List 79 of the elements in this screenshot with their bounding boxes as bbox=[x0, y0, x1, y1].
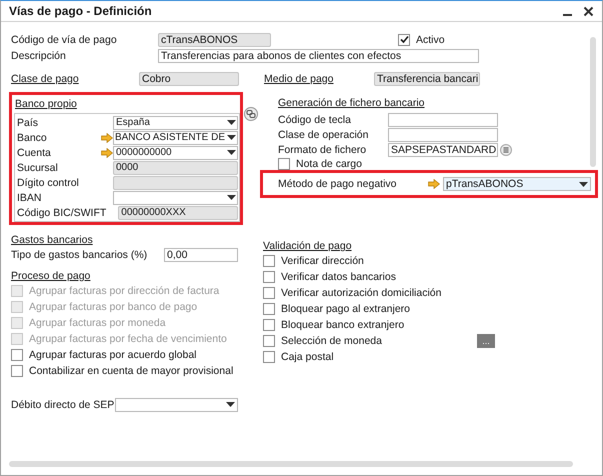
chain-link-icon[interactable] bbox=[244, 107, 258, 121]
checkbox-label: Bloquear pago al extranjero bbox=[281, 302, 412, 316]
field-label: IBAN bbox=[17, 190, 43, 204]
caret-icon[interactable] bbox=[227, 120, 236, 125]
input-field[interactable]: Transferencias para abonos de clientes con efectos bbox=[158, 48, 479, 62]
input-field[interactable] bbox=[388, 128, 498, 142]
field-label: Clase de operación bbox=[278, 128, 370, 142]
section-link[interactable]: Banco propio bbox=[15, 97, 77, 111]
readonly-field[interactable]: Cobro bbox=[139, 72, 239, 86]
caret-icon[interactable] bbox=[226, 402, 235, 407]
field-label: Tipo de gastos bancarios (%) bbox=[11, 248, 148, 262]
checkbox-label: Activo bbox=[416, 32, 445, 46]
field-label: Cuenta bbox=[17, 146, 52, 160]
readonly-field[interactable]: cTransABONOS bbox=[158, 32, 271, 46]
dropdown[interactable]: 0000000000 bbox=[113, 146, 238, 160]
field-label: Código BIC/SWIFT bbox=[17, 206, 106, 220]
checkbox[interactable] bbox=[11, 349, 23, 361]
link-arrow-icon[interactable] bbox=[101, 148, 113, 158]
checkbox-label: Bloquear banco extranjero bbox=[281, 318, 406, 332]
input-field[interactable] bbox=[388, 112, 498, 126]
checkbox-label: Verificar autorización domiciliación bbox=[281, 286, 442, 300]
horizontal-scrollbar[interactable] bbox=[9, 461, 573, 467]
checkbox[interactable] bbox=[263, 303, 275, 315]
checkbox[interactable] bbox=[263, 335, 275, 347]
window-title: Vías de pago - Definición bbox=[9, 4, 153, 18]
readonly-field[interactable]: 0000 bbox=[113, 160, 238, 174]
readonly-field[interactable]: Transferencia bancari bbox=[374, 72, 480, 86]
checkbox[interactable] bbox=[263, 271, 275, 283]
checkbox[interactable] bbox=[263, 319, 275, 331]
checkbox-label: Selección de moneda bbox=[281, 334, 383, 348]
link-arrow-icon[interactable] bbox=[101, 132, 113, 142]
list-icon[interactable] bbox=[500, 144, 512, 156]
dropdown[interactable]: España bbox=[113, 116, 238, 130]
section-link[interactable]: Medio de pago bbox=[264, 72, 374, 86]
more-button[interactable]: ... bbox=[477, 334, 495, 348]
caret-icon[interactable] bbox=[579, 182, 588, 186]
section-link[interactable]: Validación de pago bbox=[263, 239, 352, 253]
checkbox[interactable] bbox=[263, 287, 275, 299]
caret-icon[interactable] bbox=[227, 195, 236, 200]
input-field[interactable]: 0,00 bbox=[164, 248, 238, 262]
section-link[interactable]: Proceso de pago bbox=[11, 269, 90, 283]
checkbox[interactable] bbox=[11, 365, 23, 377]
caret-icon[interactable] bbox=[227, 135, 236, 140]
checkbox-label: Verificar dirección bbox=[281, 254, 365, 268]
checkbox-label: Contabilizar en cuenta de mayor provisional bbox=[29, 364, 234, 378]
caret-icon[interactable] bbox=[227, 150, 236, 155]
checkbox-label: Verificar datos bancarios bbox=[281, 270, 397, 284]
checkbox-label: Agrupar facturas por dirección de factura bbox=[29, 284, 220, 298]
field-label: Descripción bbox=[11, 48, 67, 62]
field-label: Formato de fichero bbox=[278, 142, 368, 156]
readonly-field[interactable]: 00000000XXX bbox=[118, 206, 238, 220]
field-label: Débito directo de SEP bbox=[11, 398, 115, 412]
field-label: País bbox=[17, 116, 40, 130]
dropdown[interactable]: pTransABONOS bbox=[443, 177, 591, 191]
checkbox[interactable] bbox=[263, 255, 275, 267]
checkbox-label: Caja postal bbox=[281, 350, 335, 364]
field-label: Banco bbox=[17, 130, 48, 144]
checkbox[interactable] bbox=[278, 158, 290, 170]
checkbox-label: Nota de cargo bbox=[296, 156, 362, 170]
checkbox[interactable] bbox=[398, 34, 410, 46]
field-label: Código de vía de pago bbox=[11, 32, 118, 46]
section-link[interactable]: Generación de fichero bancario bbox=[278, 96, 425, 110]
link-arrow-icon[interactable] bbox=[428, 179, 440, 189]
dropdown[interactable]: BANCO ASISTENTE DE bbox=[113, 130, 238, 144]
input-field[interactable]: SAPSEPASTANDARD bbox=[388, 142, 498, 156]
checkbox[interactable] bbox=[263, 351, 275, 363]
vertical-scrollbar[interactable] bbox=[590, 37, 596, 167]
section-link[interactable]: Clase de pago bbox=[11, 72, 139, 86]
field-label: Método de pago negativo bbox=[278, 177, 398, 191]
checkbox-label: Agrupar facturas por fecha de vencimiento bbox=[29, 332, 227, 346]
close-icon[interactable] bbox=[583, 6, 594, 16]
field-label: Sucursal bbox=[17, 160, 59, 174]
readonly-field[interactable] bbox=[113, 176, 238, 190]
field-label: Código de tecla bbox=[278, 112, 352, 126]
checkbox-label: Agrupar facturas por banco de pago bbox=[29, 300, 198, 314]
section-link[interactable]: Gastos bancarios bbox=[11, 233, 93, 247]
field-label: Dígito control bbox=[17, 176, 80, 190]
checkbox-label: Agrupar facturas por acuerdo global bbox=[29, 348, 197, 362]
checkbox-label: Agrupar facturas por moneda bbox=[29, 316, 166, 330]
